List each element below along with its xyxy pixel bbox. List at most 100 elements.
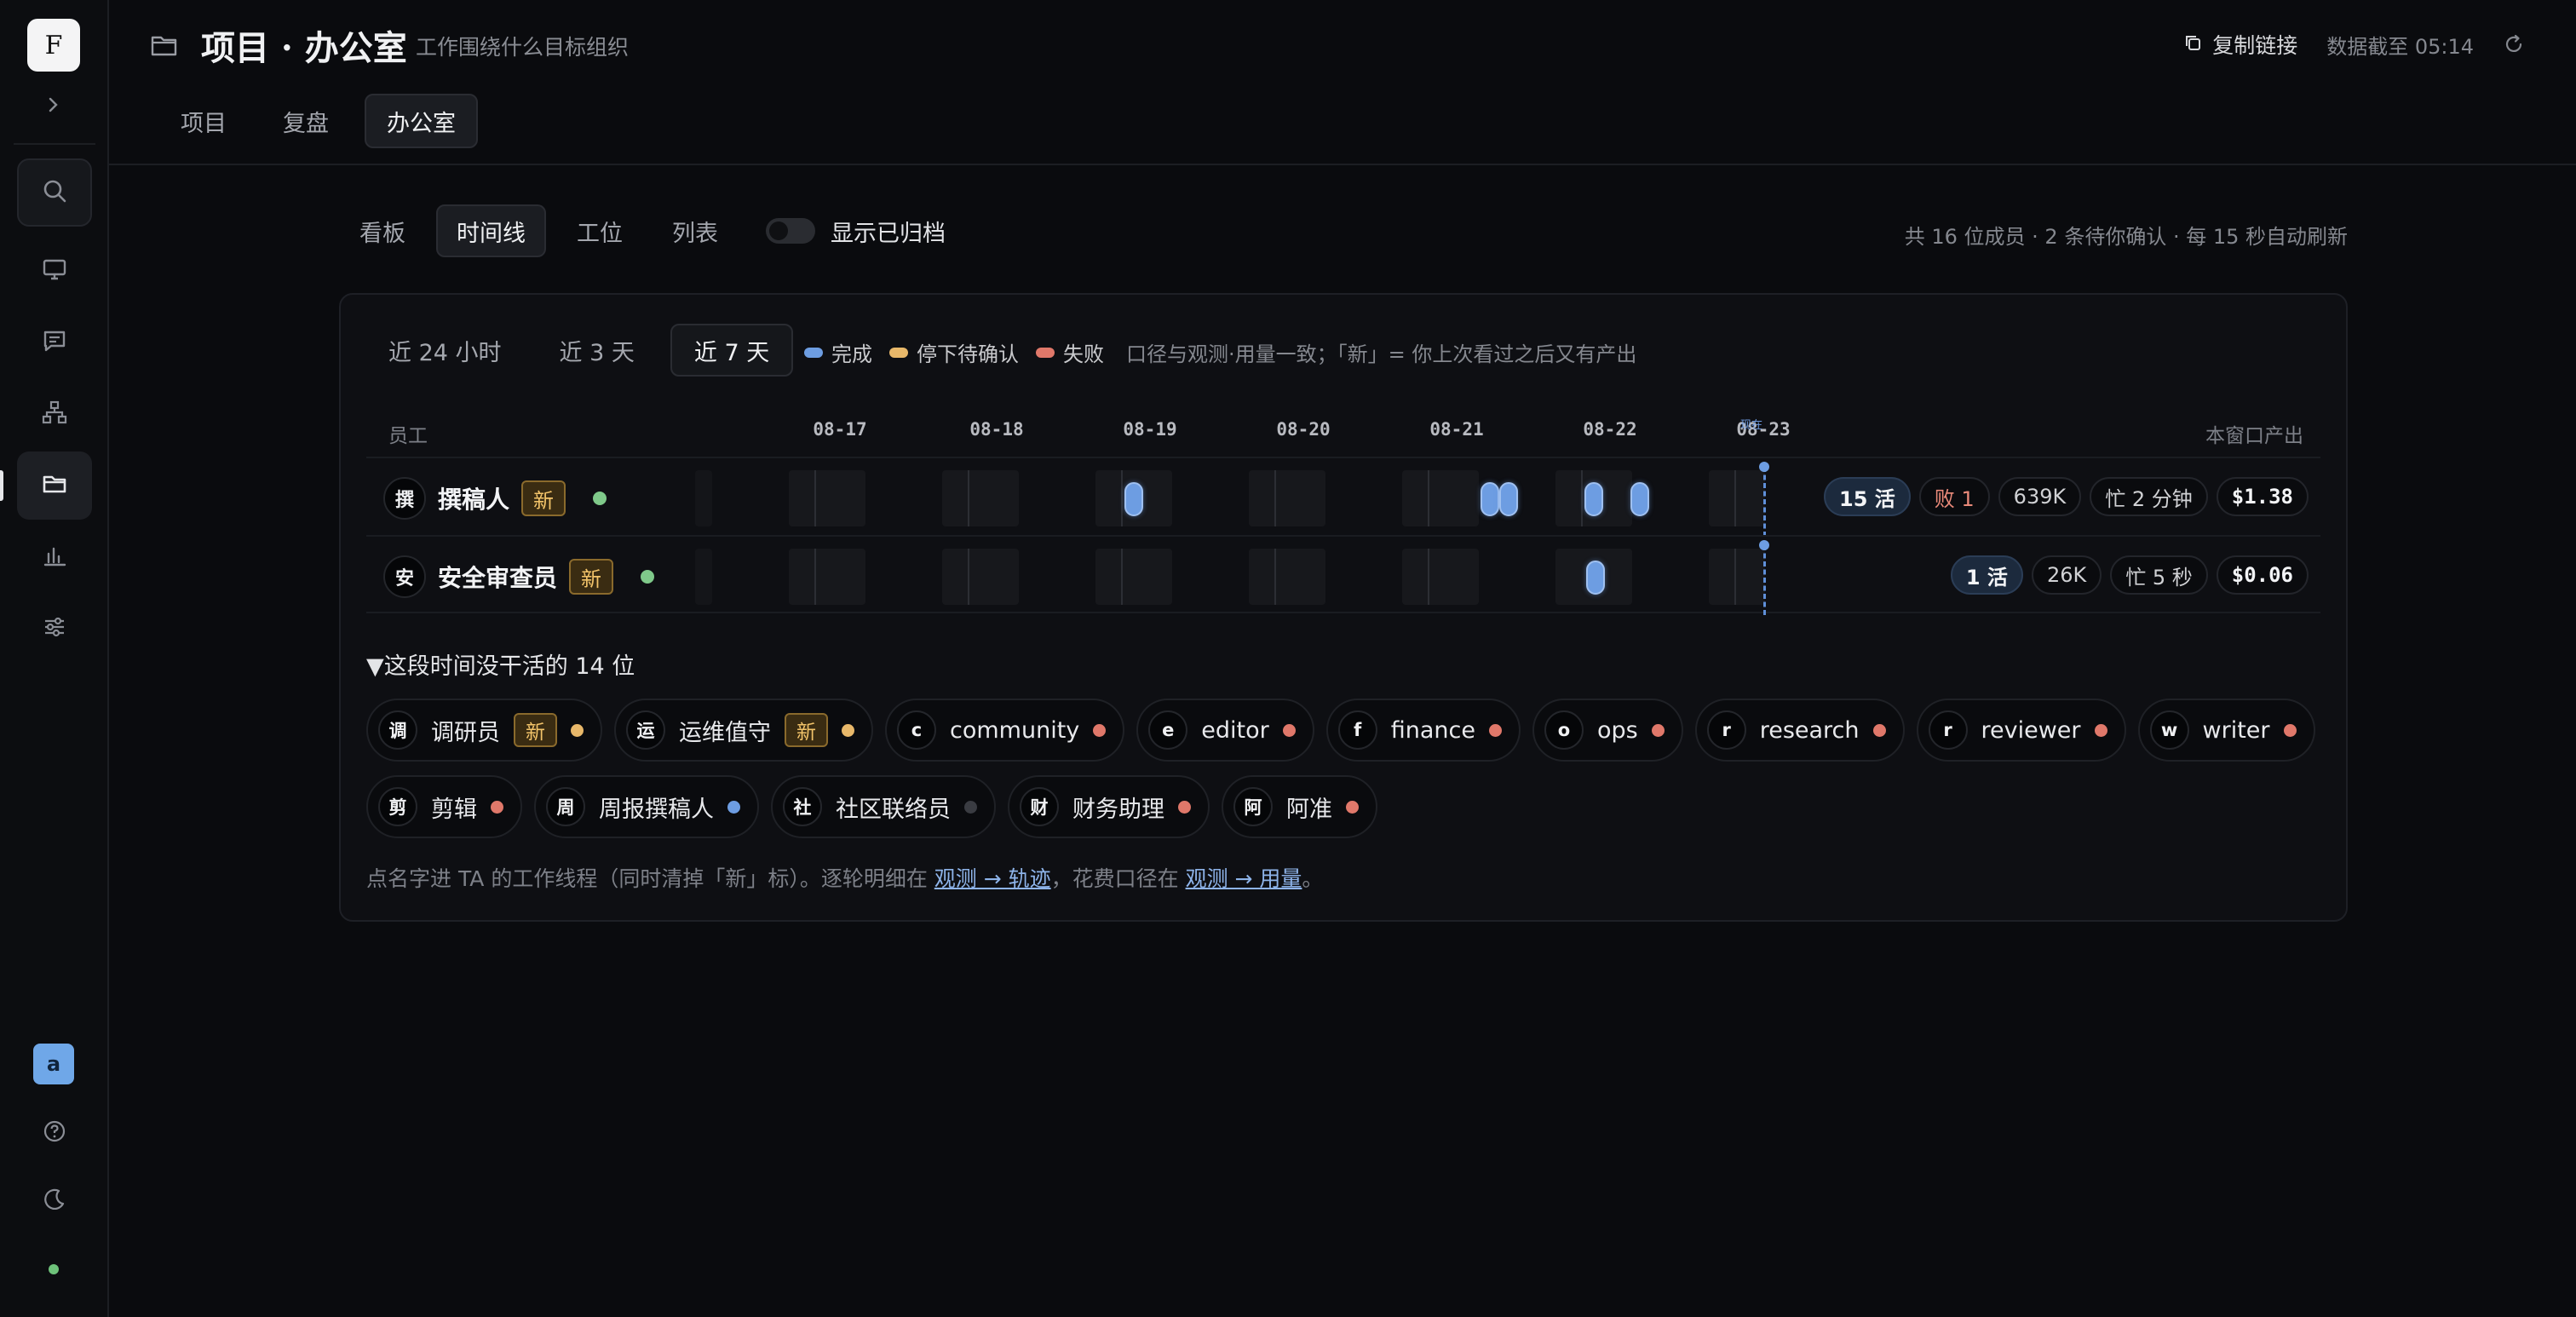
employee-name[interactable]: 撰稿人 xyxy=(438,481,509,515)
range-7d[interactable]: 近 7 天 xyxy=(670,324,794,377)
nav-projects[interactable] xyxy=(17,451,92,520)
theme-toggle[interactable] xyxy=(17,1167,92,1235)
new-badge: 新 xyxy=(569,559,614,595)
copy-link-label: 复制链接 xyxy=(2212,33,2298,58)
run-pill-done[interactable] xyxy=(1124,482,1143,516)
date-label: 08-20 xyxy=(1276,419,1331,440)
run-pill-done[interactable] xyxy=(1584,482,1603,516)
nav-settings[interactable] xyxy=(17,595,92,663)
footnote: 点名字进 TA 的工作线程（同时清掉「新」标）。逐轮明细在 观测 → 轨迹，花费… xyxy=(366,862,1323,893)
column-output: 本窗口产出 xyxy=(2205,425,2303,447)
member-chip[interactable]: 阿 阿准 xyxy=(1222,775,1377,838)
token-count: 639K xyxy=(1998,477,2082,516)
legend-failed-label: 失败 xyxy=(1063,342,1104,366)
member-avatar: r xyxy=(1928,710,1968,750)
moon-icon xyxy=(42,1187,67,1216)
run-pill-done[interactable] xyxy=(1499,482,1518,516)
usage-link[interactable]: 观测 → 用量 xyxy=(1186,866,1302,891)
page-subtitle: 工作围绕什么目标组织 xyxy=(416,35,630,60)
member-chip[interactable]: c community xyxy=(885,699,1125,762)
nav-chat[interactable] xyxy=(17,308,92,377)
idle-members-row: 调 调研员 新 运 运维值守 新 c community e editor f … xyxy=(366,699,2326,762)
member-chip[interactable]: 财 财务助理 xyxy=(1008,775,1210,838)
day-block xyxy=(942,470,1019,526)
employee-name[interactable]: 安全审查员 xyxy=(438,560,557,594)
page-title: 项目 · 办公室 xyxy=(201,28,407,68)
member-chip[interactable]: 剪 剪辑 xyxy=(366,775,522,838)
day-tick xyxy=(1734,470,1736,526)
refresh-icon[interactable] xyxy=(2503,33,2525,55)
nav-analytics[interactable] xyxy=(17,523,92,591)
view-tab-desks[interactable]: 工位 xyxy=(558,204,641,257)
show-archived-toggle[interactable] xyxy=(766,218,815,244)
employee-cell[interactable]: 安 安全审查员 新 xyxy=(383,555,655,598)
idle-members-toggle[interactable]: ▼这段时间没干活的 14 位 xyxy=(366,647,635,681)
member-status-dot xyxy=(1488,723,1502,737)
member-name: 调研员 xyxy=(431,719,500,746)
member-avatar: o xyxy=(1544,710,1584,750)
day-block xyxy=(1402,549,1479,605)
legend-done-swatch xyxy=(804,347,823,358)
run-pill-done[interactable] xyxy=(1586,561,1605,595)
active-nav-indicator xyxy=(0,470,3,501)
employee-cell[interactable]: 撰 撰稿人 新 xyxy=(383,477,607,520)
help-button[interactable] xyxy=(17,1099,92,1167)
member-chip[interactable]: 周 周报撰稿人 xyxy=(534,775,759,838)
member-name: 阿准 xyxy=(1286,796,1332,823)
tab-office[interactable]: 办公室 xyxy=(365,94,478,148)
member-chip[interactable]: e editor xyxy=(1136,699,1314,762)
member-chip[interactable]: 社 社区联络员 xyxy=(771,775,996,838)
member-avatar: 社 xyxy=(783,787,822,826)
folder-icon xyxy=(41,470,68,501)
member-chip[interactable]: r reviewer xyxy=(1916,699,2126,762)
traces-link[interactable]: 观测 → 轨迹 xyxy=(934,866,1051,891)
member-chip[interactable]: 调 调研员 新 xyxy=(366,699,602,762)
member-name: editor xyxy=(1201,716,1269,744)
legend-done: 完成 xyxy=(804,337,872,367)
timeline-row[interactable]: 撰 撰稿人 新 15 活 败 1 639K 忙 2 分钟 $1.38 xyxy=(366,457,2320,537)
day-tick xyxy=(814,470,816,526)
view-tab-board[interactable]: 看板 xyxy=(341,204,424,257)
run-pill-done[interactable] xyxy=(1630,482,1649,516)
copy-link-button[interactable]: 复制链接 xyxy=(2183,29,2297,60)
day-tick xyxy=(814,549,816,605)
run-pill-done[interactable] xyxy=(1481,482,1499,516)
nav-monitor[interactable] xyxy=(17,237,92,305)
org-chart-icon xyxy=(41,399,68,429)
view-tab-timeline[interactable]: 时间线 xyxy=(436,204,546,257)
footnote-prefix: 点名字进 TA 的工作线程（同时清掉「新」标）。逐轮明细在 xyxy=(366,866,934,891)
member-chip[interactable]: w writer xyxy=(2137,699,2315,762)
member-chip[interactable]: 运 运维值守 新 xyxy=(614,699,873,762)
date-label: 08-22 xyxy=(1583,419,1637,440)
footnote-mid: ，花费口径在 xyxy=(1050,866,1186,891)
member-chip[interactable]: r research xyxy=(1694,699,1905,762)
app-logo[interactable]: F xyxy=(27,19,80,72)
tab-projects[interactable]: 项目 xyxy=(160,94,247,148)
member-chip[interactable]: f finance xyxy=(1325,699,1521,762)
day-block xyxy=(1709,470,1765,526)
day-tick xyxy=(1428,549,1429,605)
view-tab-list[interactable]: 列表 xyxy=(653,204,737,257)
day-tick xyxy=(1274,470,1276,526)
search-icon xyxy=(40,176,69,209)
search-button[interactable] xyxy=(17,158,92,227)
expand-sidebar-icon[interactable] xyxy=(37,89,70,121)
member-chip[interactable]: o ops xyxy=(1532,699,1683,762)
sliders-icon xyxy=(41,613,68,644)
timeline-row[interactable]: 安 安全审查员 新 1 活 26K 忙 5 秒 $0.06 xyxy=(366,535,2320,615)
legend: 完成 停下待确认 失败 口径与观测·用量一致；「新」= 你上次看过之后又有产出 xyxy=(804,337,1636,367)
token-count: 26K xyxy=(2031,555,2102,595)
legend-paused-label: 停下待确认 xyxy=(917,342,1019,366)
legend-note: 口径与观测·用量一致；「新」= 你上次看过之后又有产出 xyxy=(1126,342,1637,366)
member-avatar: r xyxy=(1706,710,1746,750)
range-24h[interactable]: 近 24 小时 xyxy=(366,324,524,377)
sidebar: F a xyxy=(0,0,109,1317)
legend-paused: 停下待确认 xyxy=(889,337,1019,367)
cost: $1.38 xyxy=(2216,477,2309,516)
user-avatar[interactable]: a xyxy=(33,1044,74,1084)
range-3d[interactable]: 近 3 天 xyxy=(538,324,657,377)
tab-retro[interactable]: 复盘 xyxy=(262,94,349,148)
member-avatar: 财 xyxy=(1020,787,1059,826)
view-tabs: 看板 时间线 工位 列表 显示已归档 xyxy=(341,204,946,257)
nav-org[interactable] xyxy=(17,380,92,448)
